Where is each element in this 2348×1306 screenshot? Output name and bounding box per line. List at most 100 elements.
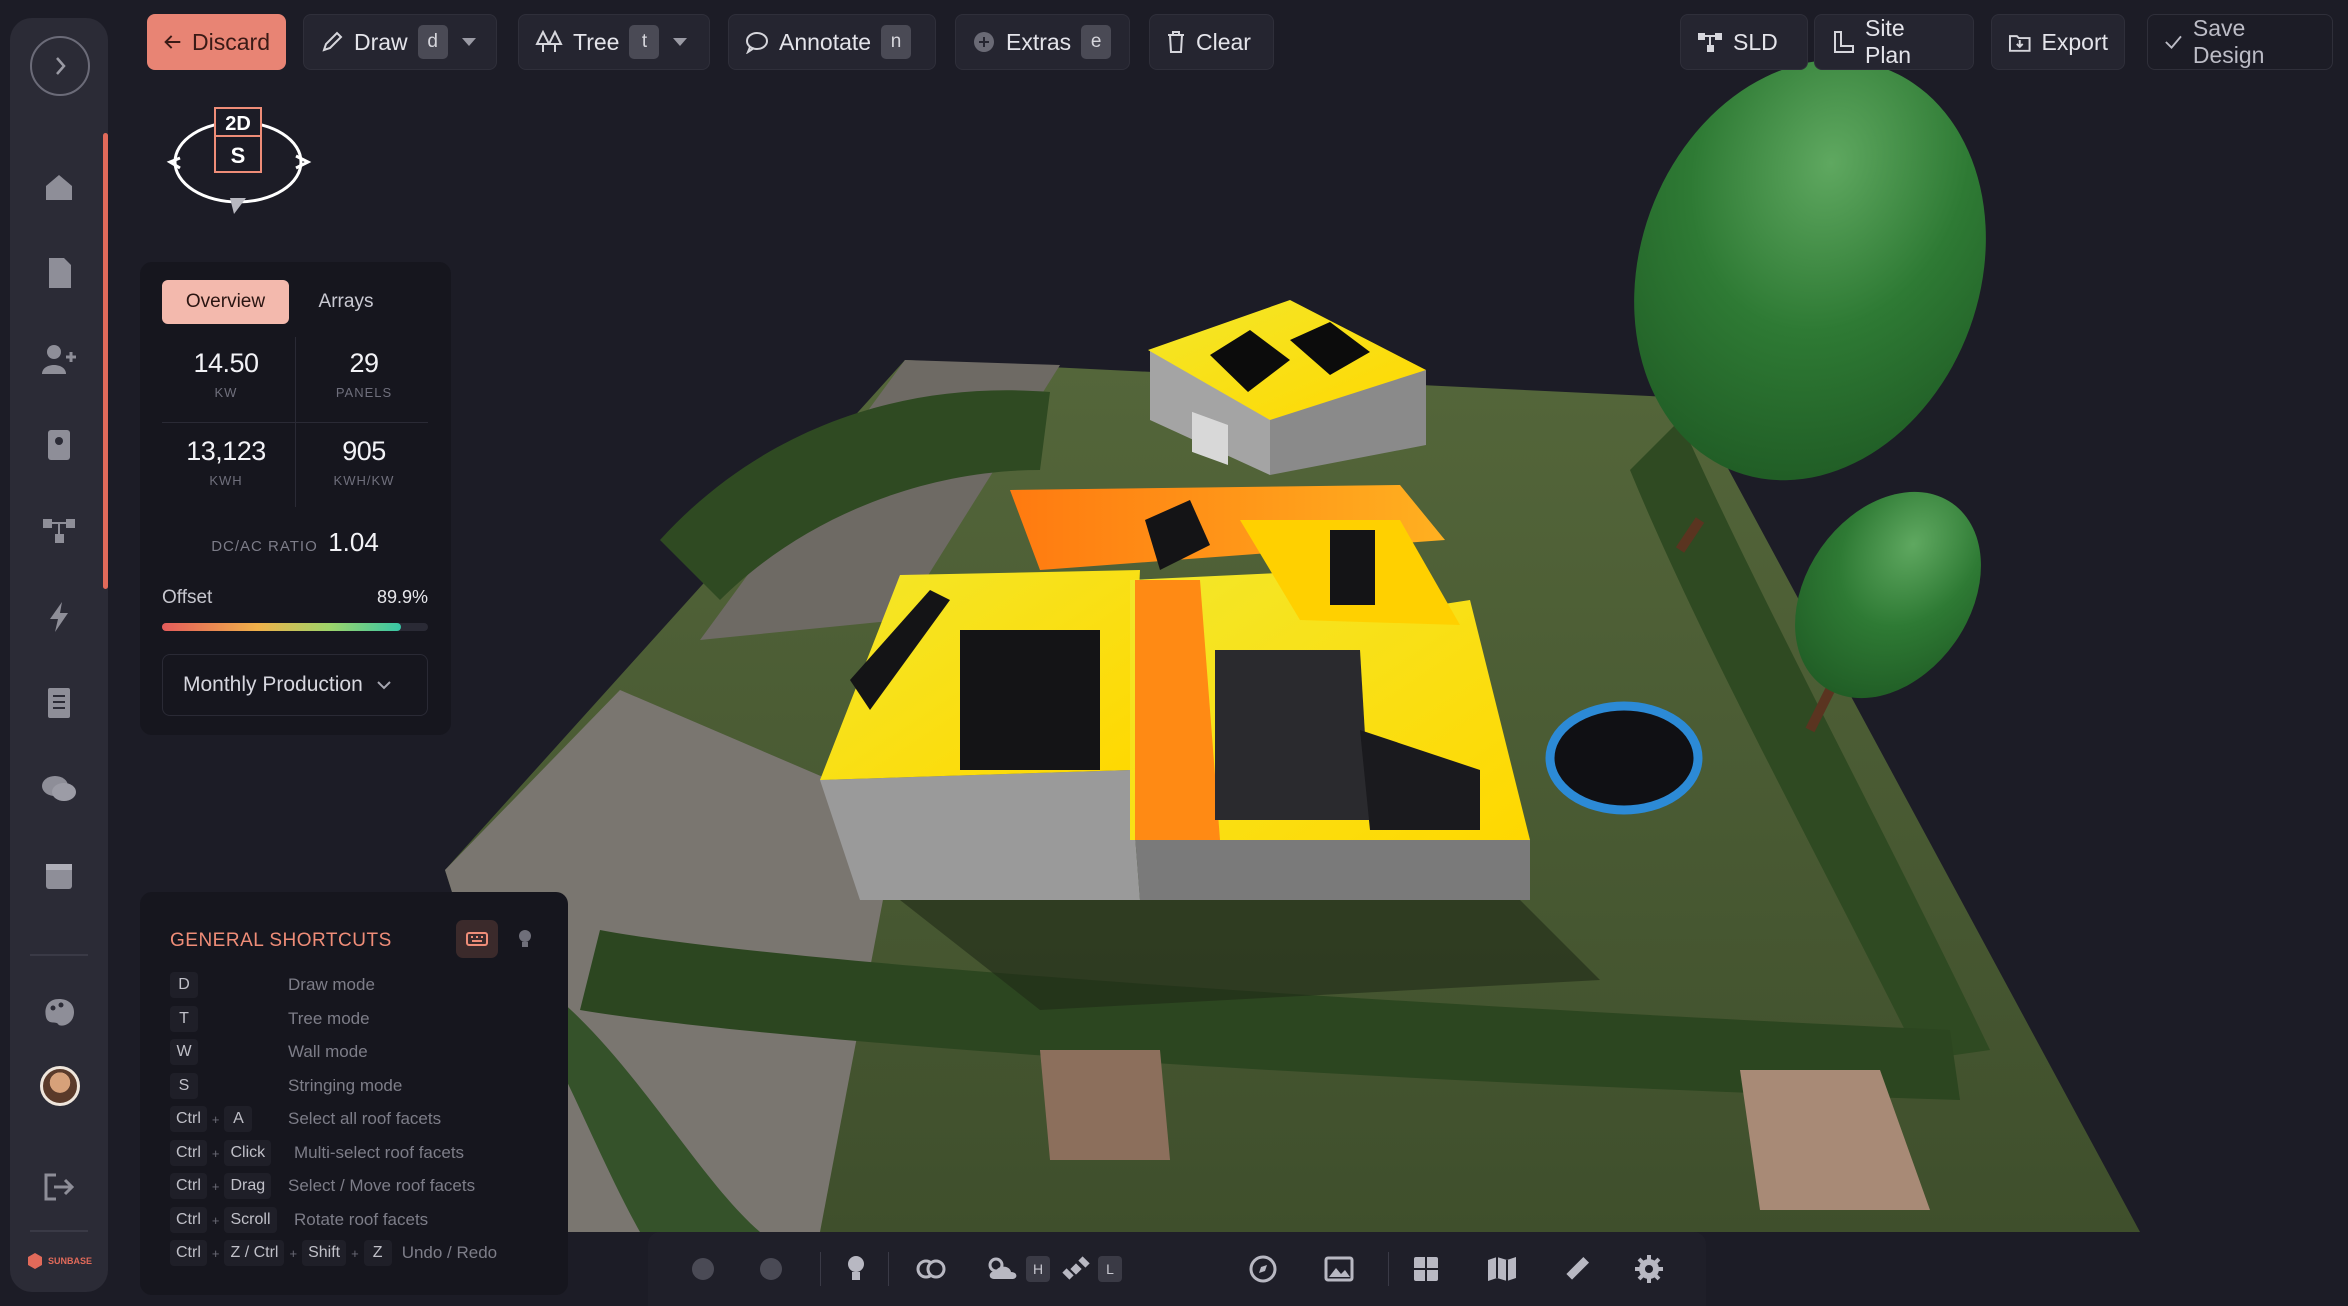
shortcut-row: Ctrl + Click Multi-select roof facets <box>170 1139 550 1167</box>
sidebar-item-home[interactable] <box>34 162 84 212</box>
overview-panel: Overview Arrays 14.50 KW 29 PANELS 13,12… <box>140 262 451 735</box>
shortcut-key: Ctrl <box>170 1240 207 1266</box>
shortcut-key: Drag <box>224 1173 272 1199</box>
tips-toggle[interactable] <box>510 922 540 956</box>
network-icon <box>43 519 75 543</box>
dc-ac-ratio: DC/AC RATIO 1.04 <box>162 527 428 558</box>
extras-button[interactable]: Extras e <box>955 14 1130 70</box>
keyboard-shortcuts-toggle[interactable] <box>456 920 498 958</box>
discard-button[interactable]: Discard <box>147 14 286 70</box>
plus-separator: + <box>289 1245 298 1261</box>
cloud-sun-icon <box>988 1257 1017 1279</box>
sidebar-item-contacts[interactable] <box>34 420 84 470</box>
north-pointer-icon <box>230 198 246 214</box>
sidebar-item-reports[interactable] <box>34 678 84 728</box>
shortcut-row: W Wall mode <box>170 1038 550 1066</box>
lightbulb-icon <box>519 930 531 947</box>
grid-view-button[interactable] <box>1412 1250 1440 1288</box>
shortcut-key: Shift <box>302 1240 347 1266</box>
tree-button[interactable]: Tree t <box>518 14 710 70</box>
shortcut-key: Ctrl <box>170 1173 207 1199</box>
shortcut-key: Ctrl <box>170 1106 207 1132</box>
expand-sidebar-button[interactable] <box>30 36 90 96</box>
settings-button[interactable] <box>1634 1250 1664 1288</box>
brand-logo: SUNBASE <box>26 1246 92 1276</box>
sidebar-item-logout[interactable] <box>34 1162 84 1212</box>
sun-path-button[interactable] <box>910 1250 948 1288</box>
shortcut-key: A <box>224 1106 253 1132</box>
calendar-icon <box>46 864 72 889</box>
draw-button[interactable]: Draw d <box>303 14 497 70</box>
map-icon <box>1488 1257 1516 1281</box>
stat-panel-count: 29 PANELS <box>298 348 430 400</box>
solar-panel-group <box>1215 650 1370 820</box>
offset-value: 89.9% <box>376 587 428 607</box>
stat-unit: PANELS <box>335 385 393 400</box>
sld-button[interactable]: SLD <box>1680 14 1808 70</box>
shortcut-key: Z / Ctrl <box>224 1240 285 1266</box>
shade-button[interactable]: H <box>984 1250 1050 1288</box>
sidebar-item-design[interactable] <box>34 506 84 556</box>
draw-dropdown-icon[interactable] <box>461 38 476 46</box>
shortcut-description: Rotate roof facets <box>294 1210 429 1229</box>
sidebar-item-messages[interactable] <box>34 764 84 814</box>
save-design-button[interactable]: Save Design <box>2147 14 2333 70</box>
shortcut-row: Ctrl + Z / Ctrl + Shift + Z Undo / Redo <box>170 1239 550 1267</box>
offset-progress-fill <box>162 623 402 631</box>
sidebar-item-documents[interactable] <box>34 248 84 298</box>
tab-arrays[interactable]: Arrays <box>296 280 396 324</box>
user-avatar[interactable] <box>40 1066 80 1106</box>
tree-icon <box>535 30 563 52</box>
trampoline <box>1545 701 1703 815</box>
logout-icon <box>44 1173 75 1201</box>
redo-button[interactable] <box>756 1250 786 1288</box>
shortcut-row: Ctrl + Drag Select / Move roof facets <box>170 1172 550 1200</box>
plus-separator: + <box>351 1245 359 1261</box>
site-plan-button[interactable]: Site Plan <box>1814 14 1974 70</box>
solar-panel-group <box>960 630 1100 770</box>
stat-unit: KW <box>214 385 238 400</box>
dc-ac-ratio-label: DC/AC RATIO <box>211 538 318 555</box>
shortcut-description: Tree mode <box>288 1009 370 1028</box>
pen-icon <box>322 31 343 52</box>
shortcut-row: Ctrl + Scroll Rotate roof facets <box>170 1206 550 1234</box>
tips-button[interactable] <box>844 1250 868 1288</box>
offset-label: Offset <box>162 587 213 608</box>
compass-button[interactable] <box>1248 1250 1278 1288</box>
tree-dropdown-icon[interactable] <box>673 38 688 46</box>
export-button[interactable]: Export <box>1991 14 2125 70</box>
redo-icon <box>760 1258 782 1280</box>
document-icon <box>49 258 71 288</box>
satellite-icon <box>1062 1256 1090 1280</box>
sidebar-item-theme[interactable] <box>34 988 84 1038</box>
annotate-button[interactable]: Annotate n <box>728 14 936 70</box>
tab-overview[interactable]: Overview <box>162 280 289 324</box>
imagery-button[interactable] <box>1324 1250 1354 1288</box>
plus-separator: + <box>211 1245 220 1261</box>
stat-value: 14.50 <box>193 348 259 378</box>
sidebar-item-add-user[interactable] <box>34 334 84 384</box>
sidebar-item-calendar[interactable] <box>34 850 84 900</box>
map-view-button[interactable] <box>1486 1250 1518 1288</box>
add-user-icon <box>42 345 76 374</box>
view-cube[interactable]: 2D S <box>162 100 322 220</box>
site-plan-icon <box>1833 31 1854 53</box>
clear-button[interactable]: Clear <box>1149 14 1274 70</box>
sidebar-item-energy[interactable] <box>34 592 84 642</box>
house-wall-left <box>820 770 1140 900</box>
chevron-down-icon <box>377 681 391 690</box>
sunbase-logo-icon <box>28 1253 42 1269</box>
measure-button[interactable] <box>1562 1250 1592 1288</box>
bottom-toolbar: H L <box>648 1232 1706 1306</box>
monthly-production-dropdown[interactable]: Monthly Production <box>162 654 428 716</box>
sld-label: SLD <box>1733 28 1778 55</box>
shortcuts-panel: GENERAL SHORTCUTS D Draw mode T Tree mode W W… <box>140 892 568 1295</box>
shortcut-key: D <box>170 972 198 998</box>
lightning-icon <box>50 602 68 632</box>
check-icon <box>2165 35 2182 50</box>
lidar-button[interactable]: L <box>1060 1250 1122 1288</box>
undo-button[interactable] <box>688 1250 718 1288</box>
export-icon <box>2008 35 2031 52</box>
dc-ac-ratio-value: 1.04 <box>328 527 379 557</box>
shortcut-description: Multi-select roof facets <box>294 1143 465 1162</box>
